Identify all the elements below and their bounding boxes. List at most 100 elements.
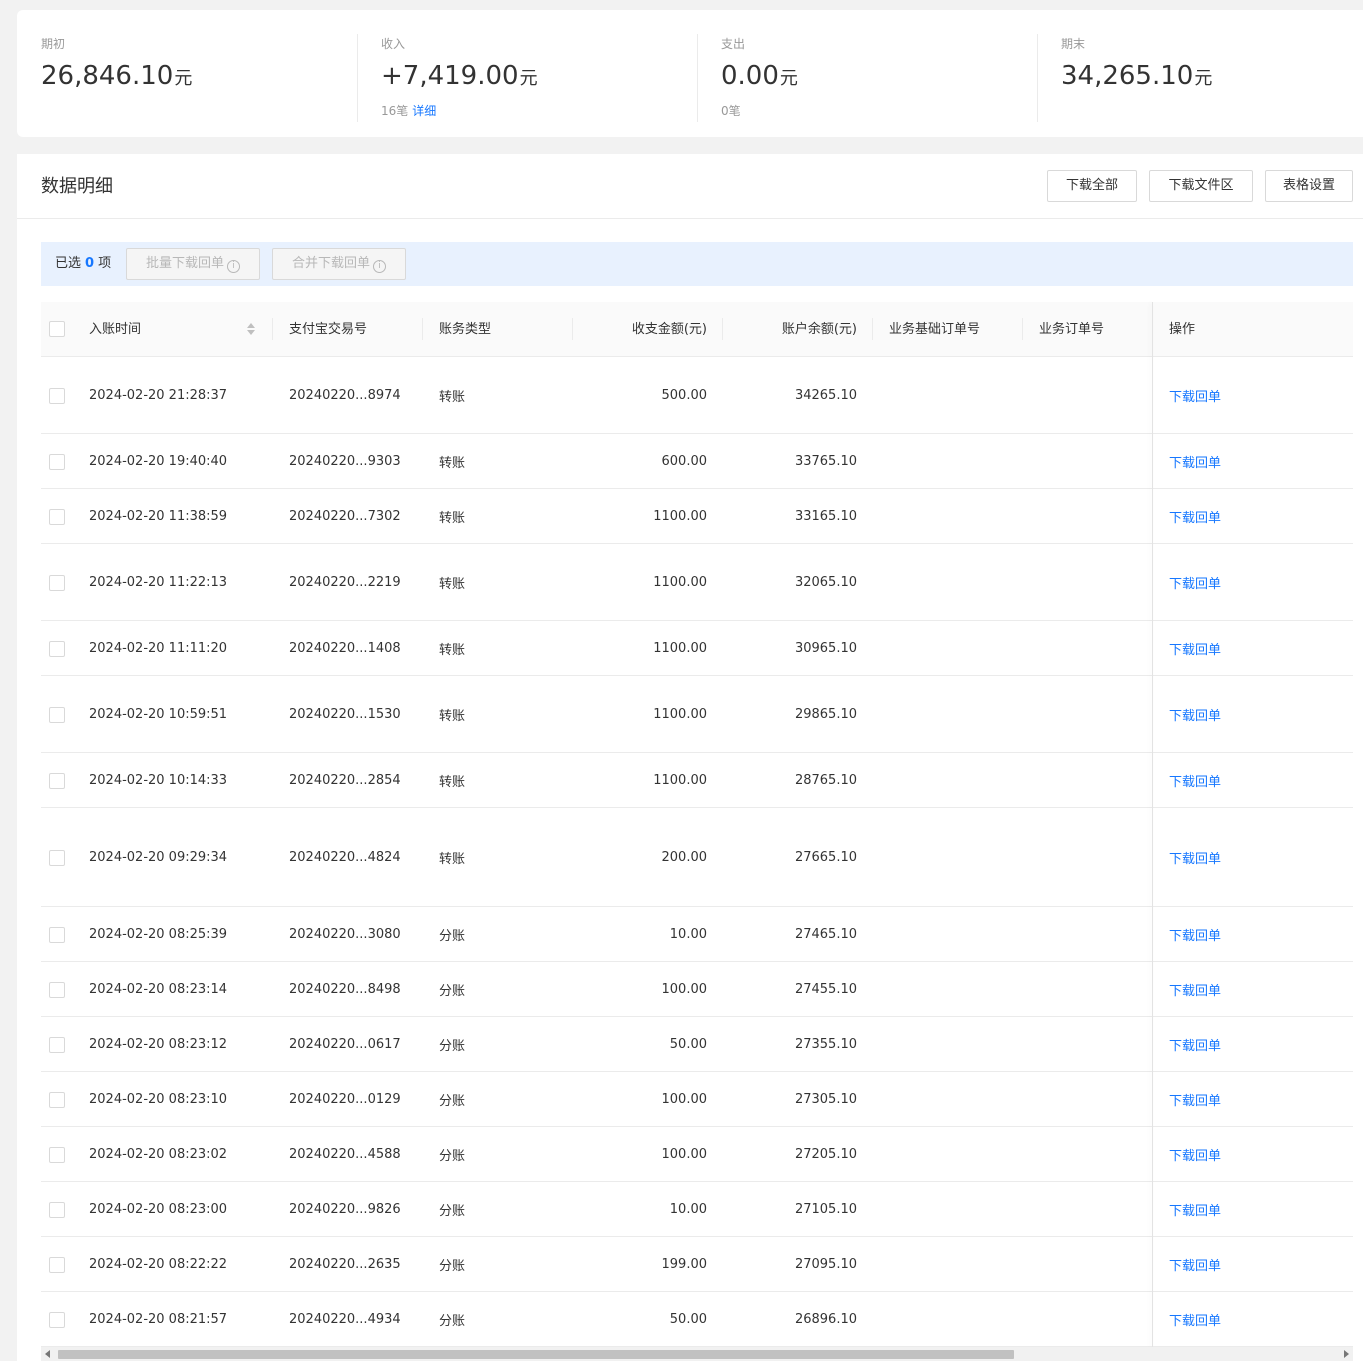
fixed-column-divider xyxy=(1152,302,1153,1348)
cell-action: 下载回单 xyxy=(1169,434,1221,488)
col-header-balance: 账户余额(元) xyxy=(781,322,857,337)
download-receipt-link[interactable]: 下载回单 xyxy=(1169,771,1221,790)
cell-balance: 27095.10 xyxy=(794,1256,857,1272)
select-all-checkbox[interactable] xyxy=(49,321,65,337)
info-circle-icon: i xyxy=(373,260,386,273)
stat-opening-value: 26,846.10元 xyxy=(41,60,192,95)
horizontal-scrollbar[interactable] xyxy=(41,1347,1353,1361)
cell-action: 下载回单 xyxy=(1169,1127,1221,1181)
cell-amount: 500.00 xyxy=(661,387,708,403)
stat-closing-label: 期末 xyxy=(1061,37,1086,51)
cell-amount: 1100.00 xyxy=(653,640,707,656)
scrollbar-thumb[interactable] xyxy=(58,1350,1014,1359)
download-receipt-link[interactable]: 下载回单 xyxy=(1169,980,1221,999)
col-header-time[interactable]: 入账时间 xyxy=(89,302,141,357)
table-row: 2024-02-20 08:23:00 20240220...9826 分账 10.0… xyxy=(41,1182,1353,1237)
stat-closing-value: 34,265.10元 xyxy=(1061,60,1212,95)
row-checkbox[interactable] xyxy=(49,1256,65,1273)
cell-time: 2024-02-20 10:59:51 xyxy=(89,706,228,722)
cell-balance: 27105.10 xyxy=(794,1201,857,1217)
stat-expense-amount: 0.00 xyxy=(721,61,779,91)
cell-time: 2024-02-20 19:40:40 xyxy=(89,453,228,469)
row-checkbox[interactable] xyxy=(49,1091,65,1108)
download-receipt-link[interactable]: 下载回单 xyxy=(1169,452,1221,471)
download-receipt-link[interactable]: 下载回单 xyxy=(1169,1200,1221,1219)
cell-balance: 27465.10 xyxy=(794,926,857,942)
cell-time: 2024-02-20 08:25:39 xyxy=(89,926,228,942)
selection-count: 0 xyxy=(85,256,95,271)
arrow-left-icon[interactable] xyxy=(45,1350,50,1358)
cell-type: 转账 xyxy=(439,774,466,790)
download-receipt-link[interactable]: 下载回单 xyxy=(1169,1255,1221,1274)
stat-income-value: +7,419.00元 xyxy=(381,60,538,95)
cell-action: 下载回单 xyxy=(1169,1182,1221,1236)
cell-type: 分账 xyxy=(439,983,466,999)
cell-type: 转账 xyxy=(439,389,466,405)
download-receipt-link[interactable]: 下载回单 xyxy=(1169,1035,1221,1054)
stat-income-label: 收入 xyxy=(381,37,406,51)
download-receipt-link[interactable]: 下载回单 xyxy=(1169,386,1221,405)
row-checkbox[interactable] xyxy=(49,706,65,723)
download-files-button[interactable]: 下载文件区 xyxy=(1149,170,1253,202)
merge-download-button[interactable]: 合并下载回单 i xyxy=(272,248,406,280)
col-header-biz-order: 业务订单号 xyxy=(1039,322,1105,337)
column-divider xyxy=(272,318,273,340)
row-checkbox[interactable] xyxy=(49,981,65,998)
summary-card: 期初 26,846.10元 收入 +7,419.00元 16笔 详细 支出 0.0… xyxy=(17,10,1363,137)
stat-income-unit: 元 xyxy=(519,68,538,89)
cell-amount: 100.00 xyxy=(661,981,708,997)
row-checkbox[interactable] xyxy=(49,1036,65,1053)
download-receipt-link[interactable]: 下载回单 xyxy=(1169,925,1221,944)
merge-download-label: 合并下载回单 xyxy=(291,256,370,271)
cell-balance: 33165.10 xyxy=(794,508,857,524)
download-all-button[interactable]: 下载全部 xyxy=(1047,170,1137,202)
download-receipt-link[interactable]: 下载回单 xyxy=(1169,573,1221,592)
page-title: 数据明细 xyxy=(41,176,113,197)
download-receipt-link[interactable]: 下载回单 xyxy=(1169,1310,1221,1329)
cell-amount: 100.00 xyxy=(661,1146,708,1162)
row-checkbox[interactable] xyxy=(49,640,65,657)
row-checkbox[interactable] xyxy=(49,1311,65,1328)
download-receipt-link[interactable]: 下载回单 xyxy=(1169,639,1221,658)
cell-action: 下载回单 xyxy=(1169,962,1221,1016)
row-checkbox[interactable] xyxy=(49,849,65,866)
download-receipt-link[interactable]: 下载回单 xyxy=(1169,705,1221,724)
row-checkbox[interactable] xyxy=(49,1201,65,1218)
cell-type: 转账 xyxy=(439,642,466,658)
row-checkbox[interactable] xyxy=(49,508,65,525)
row-checkbox[interactable] xyxy=(49,387,65,404)
cell-balance: 26896.10 xyxy=(794,1311,857,1327)
cell-time: 2024-02-20 08:23:02 xyxy=(89,1146,228,1162)
cell-balance: 27305.10 xyxy=(794,1091,857,1107)
income-detail-link[interactable]: 详细 xyxy=(412,104,436,118)
cell-type: 转账 xyxy=(439,455,466,471)
stat-expense-label: 支出 xyxy=(721,37,746,51)
cell-amount: 10.00 xyxy=(669,1201,707,1217)
cell-time: 2024-02-20 08:23:14 xyxy=(89,981,228,997)
cell-trade-no: 20240220...4934 xyxy=(289,1311,401,1327)
cell-trade-no: 20240220...0617 xyxy=(289,1036,401,1052)
selection-bar: 已选 0 项 批量下载回单 i 合并下载回单 i xyxy=(41,242,1353,286)
stat-income-sub: 16笔 详细 xyxy=(381,102,538,120)
cell-type: 转账 xyxy=(439,851,466,867)
table-settings-button[interactable]: 表格设置 xyxy=(1265,170,1353,202)
cell-action: 下载回单 xyxy=(1169,1072,1221,1126)
download-receipt-link[interactable]: 下载回单 xyxy=(1169,848,1221,867)
cell-type: 转账 xyxy=(439,708,466,724)
cell-time: 2024-02-20 21:28:37 xyxy=(89,387,228,403)
sort-caret-icon[interactable] xyxy=(247,322,255,336)
row-checkbox[interactable] xyxy=(49,574,65,591)
download-receipt-link[interactable]: 下载回单 xyxy=(1169,1090,1221,1109)
table-row: 2024-02-20 09:29:34 20240220...4824 转账 200.… xyxy=(41,808,1353,907)
arrow-right-icon[interactable] xyxy=(1344,1350,1349,1358)
download-receipt-link[interactable]: 下载回单 xyxy=(1169,507,1221,526)
download-receipt-link[interactable]: 下载回单 xyxy=(1169,1145,1221,1164)
row-checkbox[interactable] xyxy=(49,453,65,470)
row-checkbox[interactable] xyxy=(49,926,65,943)
column-divider xyxy=(422,318,423,340)
row-checkbox[interactable] xyxy=(49,1146,65,1163)
cell-amount: 199.00 xyxy=(661,1256,708,1272)
batch-download-button[interactable]: 批量下载回单 i xyxy=(126,248,260,280)
selection-prefix: 已选 xyxy=(55,256,82,271)
row-checkbox[interactable] xyxy=(49,772,65,789)
